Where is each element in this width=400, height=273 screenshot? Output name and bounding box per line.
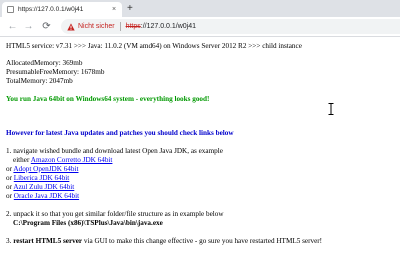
link-prefix: or	[6, 192, 12, 200]
link-prefix: or	[6, 165, 12, 173]
azul-zulu-link[interactable]: Azul Zulu JDK 64bit	[13, 183, 74, 191]
link-prefix: or	[6, 174, 12, 182]
reload-button[interactable]: ⟳	[40, 20, 53, 33]
step-3-rest: via GUI to make this change effective - …	[82, 237, 323, 245]
browser-toolbar: ← → ⟳ Nicht sicher https://127.0.0.1/w0j…	[0, 17, 400, 37]
url-text: ://127.0.0.1/w0j41	[140, 23, 197, 30]
back-button[interactable]: ←	[6, 20, 19, 33]
restart-server-text: restart HTML5 server	[13, 237, 83, 245]
tab-close-icon[interactable]: ×	[109, 6, 119, 13]
adopt-openjdk-link[interactable]: Adopt OpenJDK 64bit	[13, 165, 78, 173]
browser-tab[interactable]: https://127.0.0.1/w0j41 ×	[2, 2, 122, 17]
warning-triangle-icon[interactable]	[67, 22, 75, 31]
updates-heading: However for latest Java updates and patc…	[6, 129, 234, 137]
link-row: or Liberica JDK 64bit	[6, 174, 398, 183]
address-bar[interactable]: Nicht sicher https://127.0.0.1/w0j41	[61, 19, 400, 34]
link-row: or Azul Zulu JDK 64bit	[6, 183, 398, 192]
page-content: HTML5 service: v7.31 >>> Java: 11.0.2 (V…	[6, 36, 398, 246]
java-path: C:\Program Files (x86)\TSPlus\Java\bin\j…	[13, 219, 163, 227]
link-row: either Amazon Corretto JDK 64bit	[6, 156, 398, 165]
tab-strip: https://127.0.0.1/w0j41 × +	[0, 0, 400, 17]
url-scheme: https	[125, 23, 141, 30]
text-cursor-icon	[328, 103, 334, 115]
oracle-java-link[interactable]: Oracle Java JDK 64bit	[14, 192, 79, 200]
link-row: or Oracle Java JDK 64bit	[6, 192, 398, 201]
link-prefix: or	[6, 183, 12, 191]
step-3-text: 3. restart HTML5 server via GUI to make …	[6, 237, 398, 246]
java-status: You run Java 64bit on Windows64 system -…	[6, 95, 210, 103]
liberica-jdk-link[interactable]: Liberica JDK 64bit	[14, 174, 70, 182]
step-2-text: 2. unpack it so that you get similar fol…	[6, 210, 224, 218]
step-1-text: 1. navigate wished bundle and download l…	[6, 147, 223, 155]
free-memory: PresumableFreeMemory: 1678mb	[6, 68, 105, 76]
page-icon	[7, 6, 14, 13]
forward-button[interactable]: →	[22, 20, 35, 33]
allocated-memory: AllocatedMemory: 369mb	[6, 59, 83, 67]
version-line: HTML5 service: v7.31 >>> Java: 11.0.2 (V…	[6, 42, 302, 50]
security-status[interactable]: Nicht sicher	[78, 23, 115, 30]
tab-title: https://127.0.0.1/w0j41	[18, 6, 84, 13]
amazon-corretto-link[interactable]: Amazon Corretto JDK 64bit	[31, 156, 113, 164]
total-memory: TotalMemory: 2047mb	[6, 77, 73, 85]
new-tab-button[interactable]: +	[127, 3, 133, 14]
link-row: or Adopt OpenJDK 64bit	[6, 165, 398, 174]
divider	[119, 22, 121, 31]
link-prefix: either	[13, 156, 30, 164]
